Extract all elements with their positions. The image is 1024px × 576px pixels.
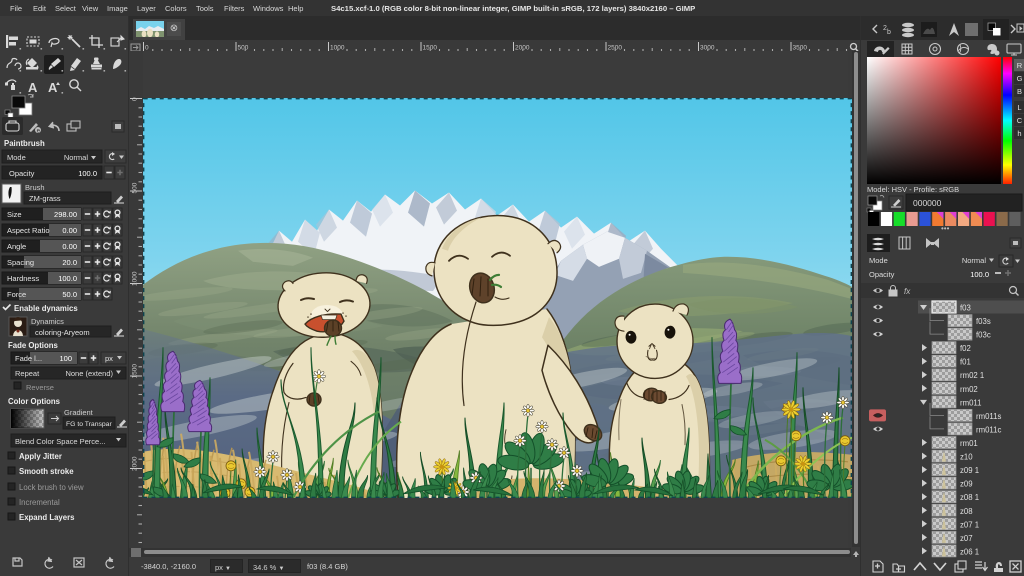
svg-text:1500: 1500 [132, 364, 139, 379]
svg-text:A: A [28, 80, 38, 95]
svg-text:20.0: 20.0 [62, 258, 77, 267]
svg-text:px: px [105, 354, 113, 363]
svg-text:Angle: Angle [7, 242, 26, 251]
svg-text:z09: z09 [960, 480, 973, 489]
svg-text:Expand Layers: Expand Layers [19, 513, 75, 522]
svg-text:C: C [1017, 116, 1023, 125]
svg-text:Aspect Ratio: Aspect Ratio [7, 226, 50, 235]
svg-text:Incremental: Incremental [19, 498, 60, 507]
svg-text:Model: HSV - Profile: sRGB: Model: HSV - Profile: sRGB [867, 185, 959, 194]
svg-text:Reverse: Reverse [26, 383, 54, 392]
svg-text:Repeat: Repeat [15, 369, 40, 378]
svg-text:000000: 000000 [913, 198, 942, 208]
svg-text:Opacity: Opacity [869, 270, 895, 279]
svg-text:rm02 1: rm02 1 [960, 371, 984, 380]
svg-text:FG to Transpar: FG to Transpar [66, 421, 112, 428]
svg-text:b: b [887, 29, 891, 36]
svg-text:z06 1: z06 1 [960, 547, 979, 556]
svg-text:f03c: f03c [976, 331, 991, 340]
svg-text:Hardness: Hardness [7, 274, 39, 283]
svg-text:Size: Size [7, 210, 22, 219]
svg-text:z08 1: z08 1 [960, 493, 979, 502]
svg-text:0.00: 0.00 [62, 226, 77, 235]
svg-text:Fade Options: Fade Options [8, 341, 58, 350]
svg-text:Mode: Mode [869, 256, 888, 265]
svg-text:100.0: 100.0 [78, 169, 97, 178]
svg-text:Opacity: Opacity [9, 169, 35, 178]
svg-text:•••: ••• [941, 224, 950, 233]
svg-text:rm011s: rm011s [976, 412, 1002, 421]
svg-text:Fade l...: Fade l... [15, 354, 42, 363]
svg-text:Lock brush to view: Lock brush to view [19, 483, 84, 492]
svg-text:fx: fx [904, 287, 911, 296]
svg-text:Enable dynamics: Enable dynamics [14, 304, 78, 313]
svg-text:298.00: 298.00 [54, 210, 77, 219]
svg-text:Apply Jitter: Apply Jitter [19, 452, 62, 461]
svg-text:500: 500 [132, 182, 139, 193]
svg-text:0: 0 [132, 97, 139, 101]
svg-text:None (extend): None (extend) [65, 369, 113, 378]
svg-text:f02: f02 [960, 344, 971, 353]
svg-text:rm01: rm01 [960, 439, 978, 448]
svg-text:z07 1: z07 1 [960, 520, 979, 529]
svg-text:z07: z07 [960, 534, 973, 543]
svg-text:z09 1: z09 1 [960, 466, 979, 475]
svg-text:Mode: Mode [7, 153, 26, 162]
svg-text:Color Options: Color Options [8, 397, 61, 406]
svg-text:f01: f01 [960, 358, 971, 367]
svg-text:G: G [1017, 74, 1023, 83]
svg-text:h: h [1017, 129, 1021, 138]
svg-text:Paintbrush: Paintbrush [4, 139, 45, 148]
svg-text:f03s: f03s [976, 317, 991, 326]
svg-text:100.0: 100.0 [58, 274, 77, 283]
svg-text:rm02: rm02 [960, 385, 978, 394]
svg-text:R: R [1017, 61, 1023, 70]
svg-text:Brush: Brush [25, 183, 45, 192]
svg-text:f03: f03 [960, 304, 971, 313]
svg-text:50.0: 50.0 [62, 290, 77, 299]
svg-text:0.00: 0.00 [62, 242, 77, 251]
svg-text:coloring-Aryeom: coloring-Aryeom [35, 328, 90, 337]
svg-text:Dynamics: Dynamics [31, 317, 64, 326]
svg-text:Gradient: Gradient [64, 408, 94, 417]
svg-text:rm011c: rm011c [976, 425, 1002, 434]
svg-text:z08: z08 [960, 507, 973, 516]
svg-text:Spacing: Spacing [7, 258, 34, 267]
svg-text:B: B [1017, 87, 1022, 96]
svg-text:100: 100 [59, 354, 72, 363]
svg-text:Normal: Normal [962, 256, 987, 265]
svg-text:L: L [1017, 103, 1021, 112]
svg-text:100.0: 100.0 [970, 270, 989, 279]
svg-text:z10: z10 [960, 453, 973, 462]
svg-text:1000: 1000 [132, 271, 139, 286]
svg-text:rm011: rm011 [960, 398, 982, 407]
svg-text:A: A [48, 80, 58, 95]
svg-text:Normal: Normal [64, 153, 89, 162]
svg-text:Smooth stroke: Smooth stroke [19, 467, 74, 476]
svg-text:Blend Color Space Perce...: Blend Color Space Perce... [15, 437, 105, 446]
svg-text:Force: Force [7, 290, 26, 299]
svg-text:2000: 2000 [132, 456, 139, 471]
svg-text:ZM-grass: ZM-grass [29, 194, 61, 203]
